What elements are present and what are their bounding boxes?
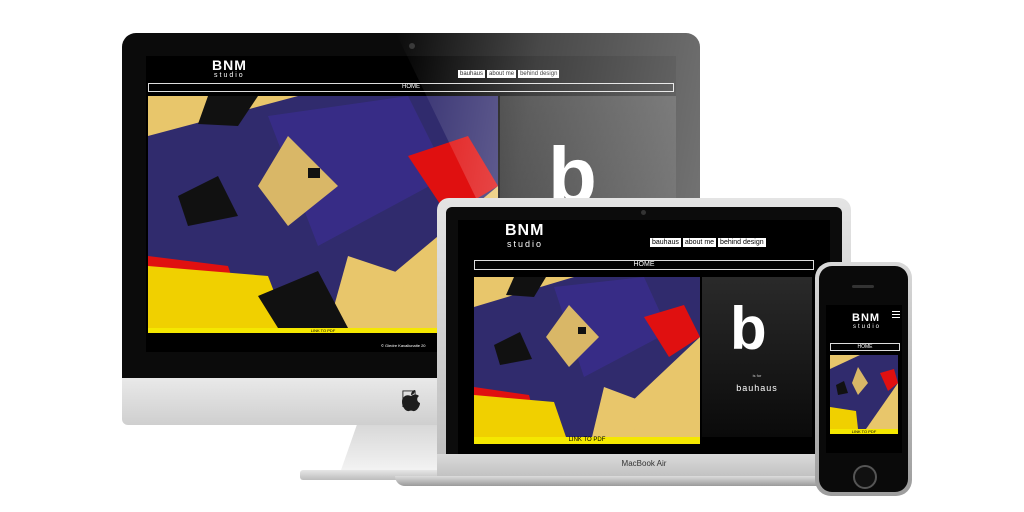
phone-home-button[interactable] xyxy=(853,465,877,489)
logo-main-text: BNM xyxy=(505,222,545,239)
nav-about-me[interactable]: about me xyxy=(487,70,517,78)
hamburger-menu-icon[interactable] xyxy=(892,311,900,318)
link-to-pdf[interactable]: LINK TO PDF xyxy=(474,437,700,444)
apple-logo-shape xyxy=(401,390,421,412)
nav-behind-design[interactable]: behind design xyxy=(718,238,766,247)
bauhaus-panel: b is for bauhaus xyxy=(702,277,812,437)
logo-main-text: BNM xyxy=(852,312,881,324)
panel-small-text: is for xyxy=(752,373,762,378)
home-bar[interactable]: HOME xyxy=(830,343,900,351)
laptop-logo[interactable]: BNM studio xyxy=(505,222,545,250)
logo-main-text: BNM xyxy=(212,57,247,73)
laptop-website: BNM studio bauhaus about me behind design … xyxy=(458,220,830,454)
logo-sub-text: studio xyxy=(214,72,245,79)
phone-logo[interactable]: BNM studio xyxy=(852,313,881,331)
nav-bauhaus[interactable]: bauhaus xyxy=(650,238,681,247)
home-bar[interactable]: HOME xyxy=(148,83,674,92)
panel-bauhaus-word: bauhaus xyxy=(736,383,778,393)
nav-bauhaus[interactable]: bauhaus xyxy=(458,70,486,78)
home-bar[interactable]: HOME xyxy=(474,260,814,270)
laptop-nav: bauhaus about me behind design xyxy=(648,231,766,249)
bauhaus-artwork xyxy=(474,277,700,437)
laptop-screen: BNM studio bauhaus about me behind design … xyxy=(458,220,830,454)
phone-website: BNM studio HOME LINK TO PDF xyxy=(826,305,902,453)
phone-speaker xyxy=(852,285,874,288)
laptop-model-label: MacBook Air xyxy=(621,459,667,468)
nav-about-me[interactable]: about me xyxy=(682,238,717,247)
logo-sub-text: studio xyxy=(507,239,544,249)
link-to-pdf[interactable]: LINK TO PDF xyxy=(830,429,898,434)
laptop-camera xyxy=(641,210,646,215)
panel-b-letter: b xyxy=(730,295,767,362)
logo-sub-text: studio xyxy=(853,324,882,330)
imac-nav: bauhaus about me behind design xyxy=(456,62,560,80)
imac-camera xyxy=(409,43,415,49)
copyright-text: © Giedre Kavaliunaite 20 xyxy=(381,343,426,348)
phone-screen: BNM studio HOME LINK TO PDF xyxy=(826,305,902,453)
bauhaus-artwork xyxy=(830,355,898,429)
nav-behind-design[interactable]: behind design xyxy=(518,70,560,78)
imac-logo[interactable]: BNM studio xyxy=(212,58,247,80)
